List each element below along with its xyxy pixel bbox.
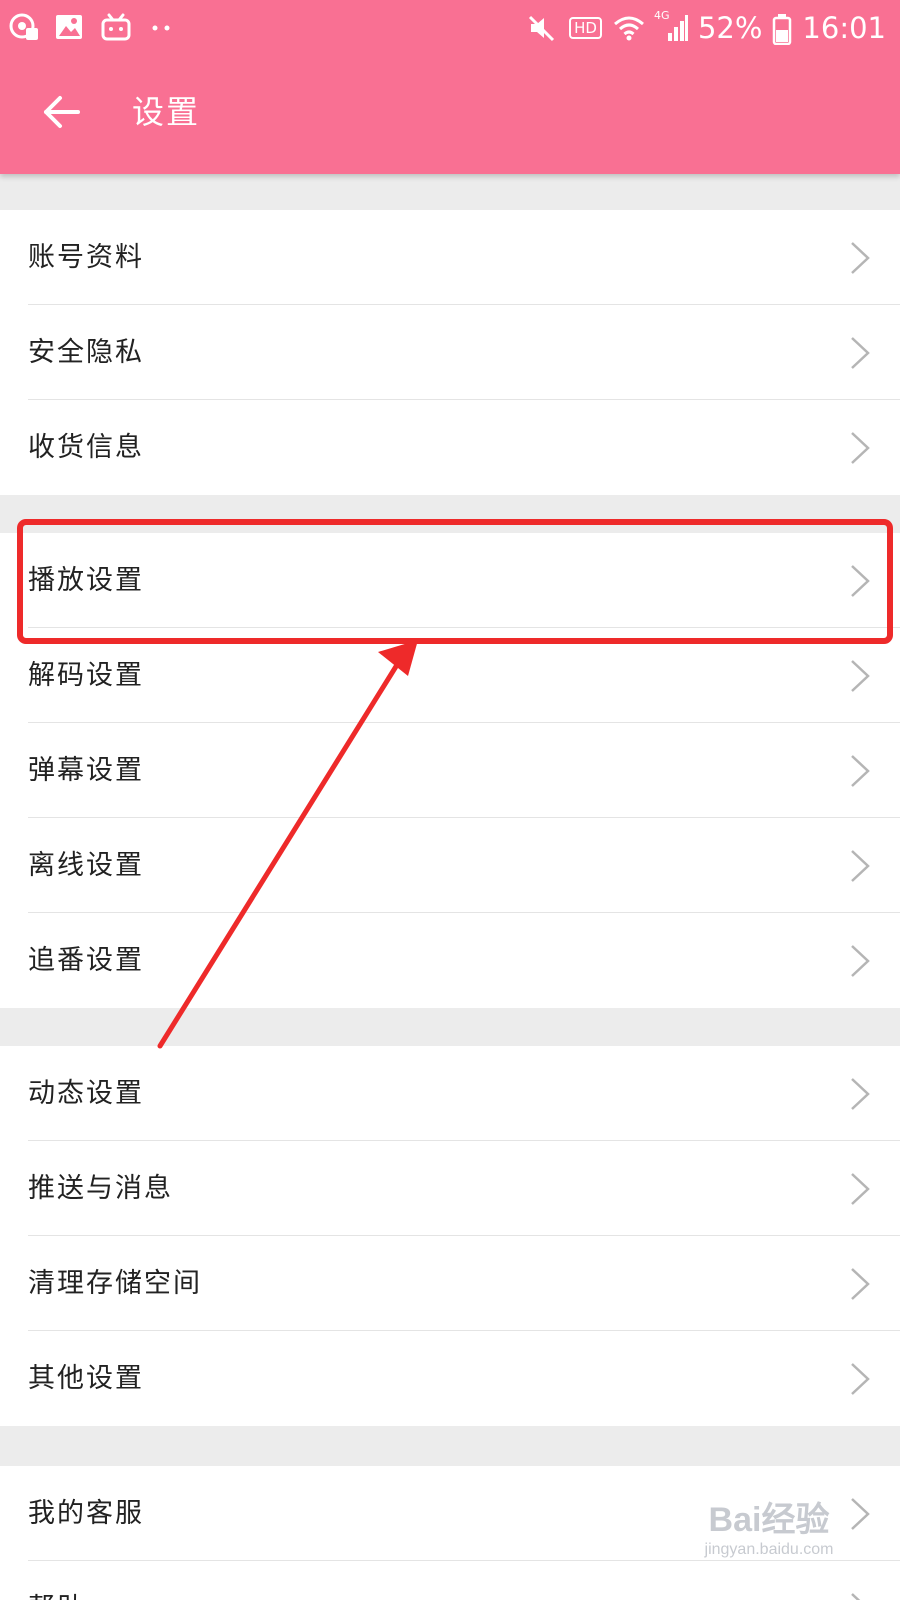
settings-item-label: 其他设置 <box>28 1363 144 1394</box>
location-icon <box>8 12 40 42</box>
chevron-right-icon <box>851 1268 870 1300</box>
clock: 16:01 <box>802 11 886 45</box>
settings-item-feed-settings[interactable]: 动态设置 <box>0 1046 900 1141</box>
status-bar-right: HD 4G 52% 16:01 <box>527 8 886 48</box>
settings-item-label: 帮助 <box>28 1561 86 1600</box>
settings-item-label: 播放设置 <box>28 565 144 596</box>
chevron-right-icon <box>851 565 870 597</box>
watermark-brand: Bai经验 <box>708 1501 830 1539</box>
settings-item-label: 收货信息 <box>28 432 144 463</box>
settings-group-account: 账号资料 安全隐私 收货信息 <box>0 210 900 495</box>
chevron-right-icon <box>851 242 870 274</box>
settings-group-playback: 播放设置 解码设置 弹幕设置 离线设置 追番设置 <box>0 533 900 1008</box>
settings-item-label: 安全隐私 <box>28 337 144 368</box>
chevron-right-icon <box>851 850 870 882</box>
chevron-right-icon <box>851 660 870 692</box>
settings-item-label: 动态设置 <box>28 1078 144 1109</box>
watermark-url: jingyan.baidu.com <box>704 1541 834 1558</box>
chevron-right-icon <box>851 337 870 369</box>
settings-item-label: 追番设置 <box>28 945 144 976</box>
settings-item-follow-anime-settings[interactable]: 追番设置 <box>0 913 900 1008</box>
settings-item-offline-settings[interactable]: 离线设置 <box>0 818 900 913</box>
signal-icon: 4G <box>654 9 688 43</box>
chevron-right-icon <box>851 1173 870 1205</box>
status-bar-left-icons <box>8 10 178 44</box>
battery-percent: 52% <box>697 11 763 45</box>
back-button[interactable] <box>30 80 94 144</box>
status-bar: HD 4G 52% 16:01 <box>0 0 900 56</box>
settings-item-label: 推送与消息 <box>28 1173 173 1204</box>
settings-group-general: 动态设置 推送与消息 清理存储空间 其他设置 <box>0 1046 900 1426</box>
settings-item-clear-storage[interactable]: 清理存储空间 <box>0 1236 900 1331</box>
toolbar: 设置 <box>0 56 900 174</box>
network-type-label: 4G <box>653 9 670 22</box>
settings-item-label: 弹幕设置 <box>28 755 144 786</box>
more-dots-icon <box>146 12 178 42</box>
settings-item-account-profile[interactable]: 账号资料 <box>0 210 900 305</box>
settings-item-shipping-info[interactable]: 收货信息 <box>0 400 900 495</box>
chevron-right-icon <box>851 1363 870 1395</box>
settings-item-push-messages[interactable]: 推送与消息 <box>0 1141 900 1236</box>
settings-item-label: 账号资料 <box>28 242 144 273</box>
settings-item-decode-settings[interactable]: 解码设置 <box>0 628 900 723</box>
settings-item-label: 我的客服 <box>28 1498 144 1529</box>
chevron-right-icon <box>851 945 870 977</box>
settings-item-security-privacy[interactable]: 安全隐私 <box>0 305 900 400</box>
app-bar: HD 4G 52% 16:01 设置 <box>0 0 900 174</box>
settings-item-danmaku-settings[interactable]: 弹幕设置 <box>0 723 900 818</box>
settings-screen: HD 4G 52% 16:01 设置 账号资料 安全隐私 收货信息 播放设置 解… <box>0 0 900 1600</box>
chevron-right-icon <box>851 1593 861 1600</box>
settings-item-other-settings[interactable]: 其他设置 <box>0 1331 900 1426</box>
watermark: Bai经验 jingyan.baidu.com <box>684 1500 854 1580</box>
mute-icon <box>527 13 559 43</box>
chevron-right-icon <box>851 1078 870 1110</box>
settings-item-label: 清理存储空间 <box>28 1268 202 1299</box>
battery-icon <box>772 13 792 46</box>
chevron-right-icon <box>851 432 870 464</box>
settings-item-label: 解码设置 <box>28 660 144 691</box>
settings-item-label: 离线设置 <box>28 850 144 881</box>
settings-item-playback-settings[interactable]: 播放设置 <box>0 533 900 628</box>
bilibili-icon <box>100 12 132 42</box>
page-title: 设置 <box>132 93 201 131</box>
arrow-left-icon <box>44 96 80 128</box>
gallery-icon <box>54 12 86 42</box>
hd-icon: HD <box>569 17 602 39</box>
chevron-right-icon <box>851 755 870 787</box>
wifi-icon <box>612 13 644 43</box>
